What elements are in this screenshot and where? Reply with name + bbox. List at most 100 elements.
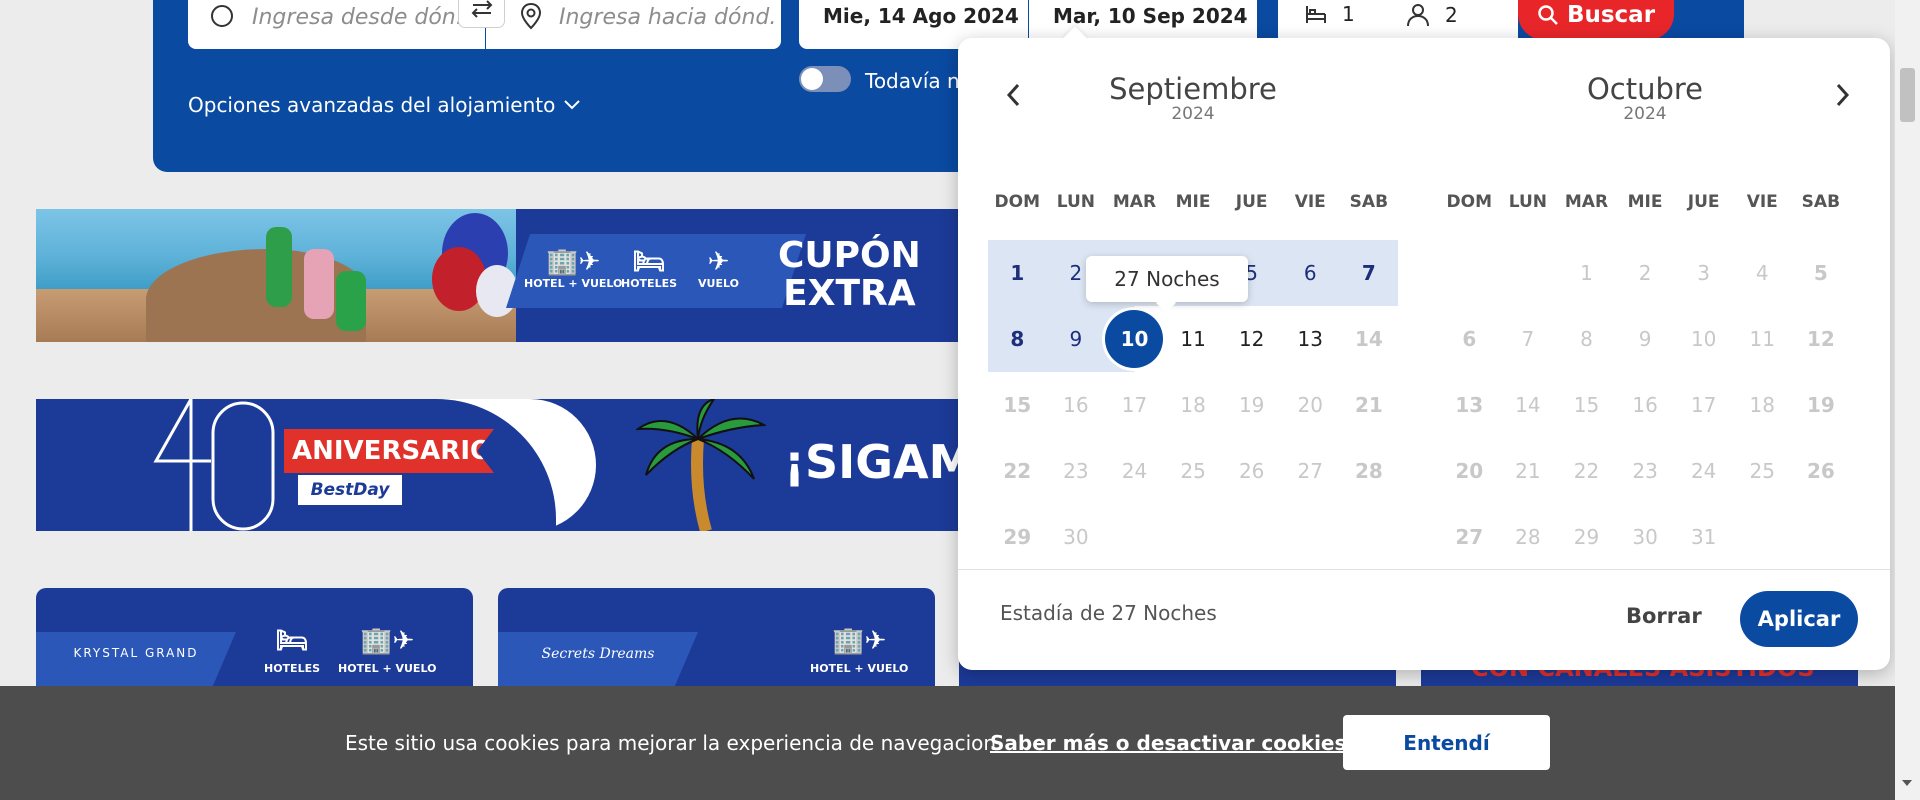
day-cell: 26 <box>1238 459 1265 483</box>
day-cell[interactable]: 1 <box>988 240 1047 306</box>
day-cell[interactable]: 9 <box>1046 306 1106 372</box>
destination-placeholder: Ingresa hacia dónd... <box>559 5 774 30</box>
day-grid: 1 2 3 4 5 6 7 8 9 10 11 12 13 14 15 16 1… <box>1440 240 1850 570</box>
rooms-count: 1 <box>1304 2 1355 26</box>
day-cell[interactable]: 13 <box>1281 306 1340 372</box>
promo-hotels: 🛏 HOTELES <box>621 247 678 290</box>
krystal-grand-card[interactable]: KRYSTAL GRAND 🛏 HOTELES 🏢✈ HOTEL + VUELO <box>36 588 473 688</box>
month-october: Octubre 20 24 DOM LUN MAR MIE JUE VIE SAB… <box>1440 72 1850 549</box>
day-cell[interactable]: 11 <box>1164 306 1223 372</box>
day-cell-empty <box>1499 240 1558 306</box>
day-cell: 29 <box>1573 525 1600 549</box>
datepicker-divider <box>958 569 1890 570</box>
guests-count: 2 <box>1405 2 1458 28</box>
month-name: Septiembre <box>1109 72 1277 106</box>
krystal-grand-logo: KRYSTAL GRAND <box>36 632 236 688</box>
coupon-promo-banner[interactable]: 🏢✈ HOTEL + VUELO 🛏 HOTELES ✈ VUELO CUPÓN… <box>36 209 958 342</box>
day-cell: 15 <box>1573 393 1600 417</box>
day-cell: 10 <box>1690 327 1717 351</box>
day-cell: 30 <box>1063 525 1089 549</box>
origin-radio-icon <box>211 5 233 27</box>
chevron-down-icon <box>564 100 581 110</box>
selected-day-marker: 10 <box>1105 310 1164 368</box>
day-cell: 5 <box>1813 261 1828 285</box>
day-cell: 24 <box>1690 459 1717 483</box>
day-cell-selected[interactable]: 10 <box>1105 306 1164 372</box>
month-name: Octubre <box>1586 72 1704 106</box>
guests-value: 2 <box>1445 3 1458 27</box>
rooms-value: 1 <box>1342 2 1355 26</box>
scrollbar-thumb[interactable] <box>1900 68 1915 122</box>
day-cell: 17 <box>1121 393 1148 417</box>
day-cell: 28 <box>1515 525 1541 549</box>
secrets-dreams-logo: Secrets Dreams <box>498 632 698 688</box>
day-cell: 18 <box>1749 393 1775 417</box>
day-cell: 28 <box>1354 459 1383 483</box>
page-scrollbar[interactable] <box>1895 0 1920 800</box>
anniversary-headline: ¡SIGAMOS <box>784 435 958 489</box>
location-pin-icon <box>520 2 542 30</box>
stay-duration-text: Estadía de 27 Noches <box>1000 601 1217 625</box>
clear-button[interactable]: Borrar <box>1626 604 1702 628</box>
day-cell: 26 <box>1806 459 1835 483</box>
swap-arrows-icon <box>471 0 492 18</box>
day-cell: 27 <box>1297 459 1323 483</box>
day-cell: 15 <box>1003 393 1032 417</box>
swap-button[interactable] <box>458 0 505 28</box>
day-cell: 30 <box>1632 525 1658 549</box>
weekday-header: DOM LUN MAR MIE JUE VIE SAB <box>988 192 1398 212</box>
day-cell: 9 <box>1638 327 1652 351</box>
day-cell: 14 <box>1354 327 1383 351</box>
advanced-options-label: Opciones avanzadas del alojamiento <box>188 93 556 117</box>
weekday: SAB <box>1801 192 1841 212</box>
day-cell: 22 <box>1573 459 1600 483</box>
accept-cookies-button[interactable]: Entendí <box>1343 715 1550 770</box>
day-cell: 19 <box>1238 393 1265 417</box>
apply-button[interactable]: Aplicar <box>1740 591 1858 647</box>
cookie-message: Este sitio usa cookies para mejorar la e… <box>345 731 1003 755</box>
undecided-toggle-label: Todavía n <box>865 69 960 93</box>
bestday-logo: BestDay <box>298 475 402 505</box>
weekday-header: DOM LUN MAR MIE JUE VIE SAB <box>1440 192 1850 212</box>
weekday: VIE <box>1294 192 1326 212</box>
promo-hotel-flight: 🏢✈ HOTEL + VUELO <box>524 247 623 290</box>
destination-input[interactable]: Ingresa hacia dónd... <box>486 0 781 49</box>
anniversary-banner[interactable]: ANIVERSARIO BestDay ¡SIGAMOS <box>36 399 958 531</box>
day-cell[interactable]: 12 <box>1222 306 1281 372</box>
bed-icon <box>1306 6 1326 23</box>
nights-tooltip: 27 Noches <box>1086 256 1248 302</box>
weekday: VIE <box>1746 192 1778 212</box>
day-cell: 14 <box>1515 393 1541 417</box>
day-cell: 12 <box>1806 327 1835 351</box>
day-cell-empty <box>1440 240 1499 306</box>
day-cell[interactable]: 8 <box>988 306 1047 372</box>
anniversary-ribbon: ANIVERSARIO <box>284 429 494 473</box>
day-cell: 16 <box>1063 393 1089 417</box>
day-cell[interactable]: 7 <box>1339 240 1399 306</box>
datepicker: Septiembre 20 24 DOM LUN MAR MIE JUE VIE … <box>958 38 1890 670</box>
day-cell: 13 <box>1455 393 1484 417</box>
cookie-banner: Este sitio usa cookies para mejorar la e… <box>0 686 1895 800</box>
weekday: JUE <box>1235 192 1268 212</box>
search-button[interactable]: Buscar <box>1518 0 1674 40</box>
undecided-toggle-switch[interactable] <box>799 66 851 92</box>
day-cell: 27 <box>1455 525 1484 549</box>
weekday: JUE <box>1687 192 1720 212</box>
day-cell: 25 <box>1180 459 1206 483</box>
person-icon <box>1407 4 1429 27</box>
cookie-settings-link[interactable]: Saber más o desactivar cookies. <box>990 731 1354 755</box>
scroll-down-arrow-icon[interactable] <box>1902 780 1912 786</box>
origin-input[interactable]: Ingresa desde dón... <box>188 0 485 49</box>
day-cell[interactable]: 6 <box>1280 240 1340 306</box>
day-cell: 20 <box>1455 459 1484 483</box>
day-cell: 6 <box>1462 327 1477 351</box>
secrets-dreams-card[interactable]: Secrets Dreams 🏢✈ HOTEL + VUELO <box>498 588 935 688</box>
day-cell: 19 <box>1806 393 1835 417</box>
weekday: MIE <box>1175 192 1211 212</box>
forty-logo <box>153 399 275 531</box>
weekday: MAR <box>1112 192 1157 212</box>
krystal-card-icons: 🛏 HOTELES 🏢✈ HOTEL + VUELO <box>264 626 437 675</box>
advanced-options-toggle[interactable]: Opciones avanzadas del alojamiento <box>188 93 581 117</box>
search-button-label: Buscar <box>1566 2 1656 28</box>
weekday: MAR <box>1564 192 1609 212</box>
